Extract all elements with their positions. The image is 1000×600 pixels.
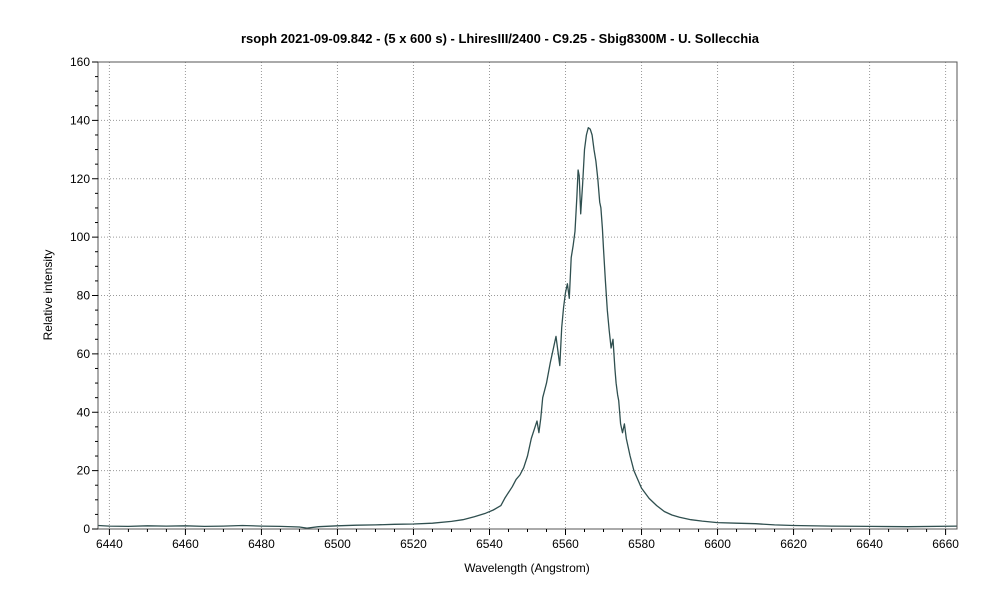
grid — [98, 62, 957, 529]
x-tick-label: 6620 — [780, 537, 807, 551]
y-tick-label: 140 — [70, 113, 90, 127]
x-axis-label: Wavelength (Angstrom) — [464, 561, 590, 575]
y-tick-label: 40 — [77, 405, 91, 419]
spectrum-chart: rsoph 2021-09-09.842 - (5 x 600 s) - Lhi… — [41, 31, 959, 575]
x-tick-label: 6440 — [96, 537, 123, 551]
x-ticks: 6440 6460 6480 6500 6520 6540 6560 6580 6600 6620… — [96, 529, 959, 551]
x-tick-label: 6480 — [248, 537, 275, 551]
y-tick-label: 80 — [77, 289, 91, 303]
x-tick-label: 6460 — [172, 537, 199, 551]
y-tick-label: 100 — [70, 230, 90, 244]
y-ticks: 0 20 40 60 80 100 120 140 160 — [70, 55, 98, 536]
y-tick-label: 20 — [77, 464, 91, 478]
x-tick-label: 6520 — [400, 537, 427, 551]
y-tick-label: 0 — [83, 522, 90, 536]
x-tick-label: 6660 — [932, 537, 959, 551]
y-tick-label: 120 — [70, 172, 90, 186]
x-tick-label: 6500 — [324, 537, 351, 551]
spectrum-line — [97, 127, 958, 529]
y-axis-label: Relative intensity — [41, 250, 55, 341]
x-tick-label: 6560 — [552, 537, 579, 551]
series-layer — [97, 127, 958, 529]
chart-title: rsoph 2021-09-09.842 - (5 x 600 s) - Lhi… — [241, 31, 760, 46]
x-tick-label: 6640 — [856, 537, 883, 551]
x-tick-label: 6580 — [628, 537, 655, 551]
y-tick-label: 160 — [70, 55, 90, 69]
x-tick-label: 6540 — [476, 537, 503, 551]
x-tick-label: 6600 — [704, 537, 731, 551]
y-tick-label: 60 — [77, 347, 91, 361]
